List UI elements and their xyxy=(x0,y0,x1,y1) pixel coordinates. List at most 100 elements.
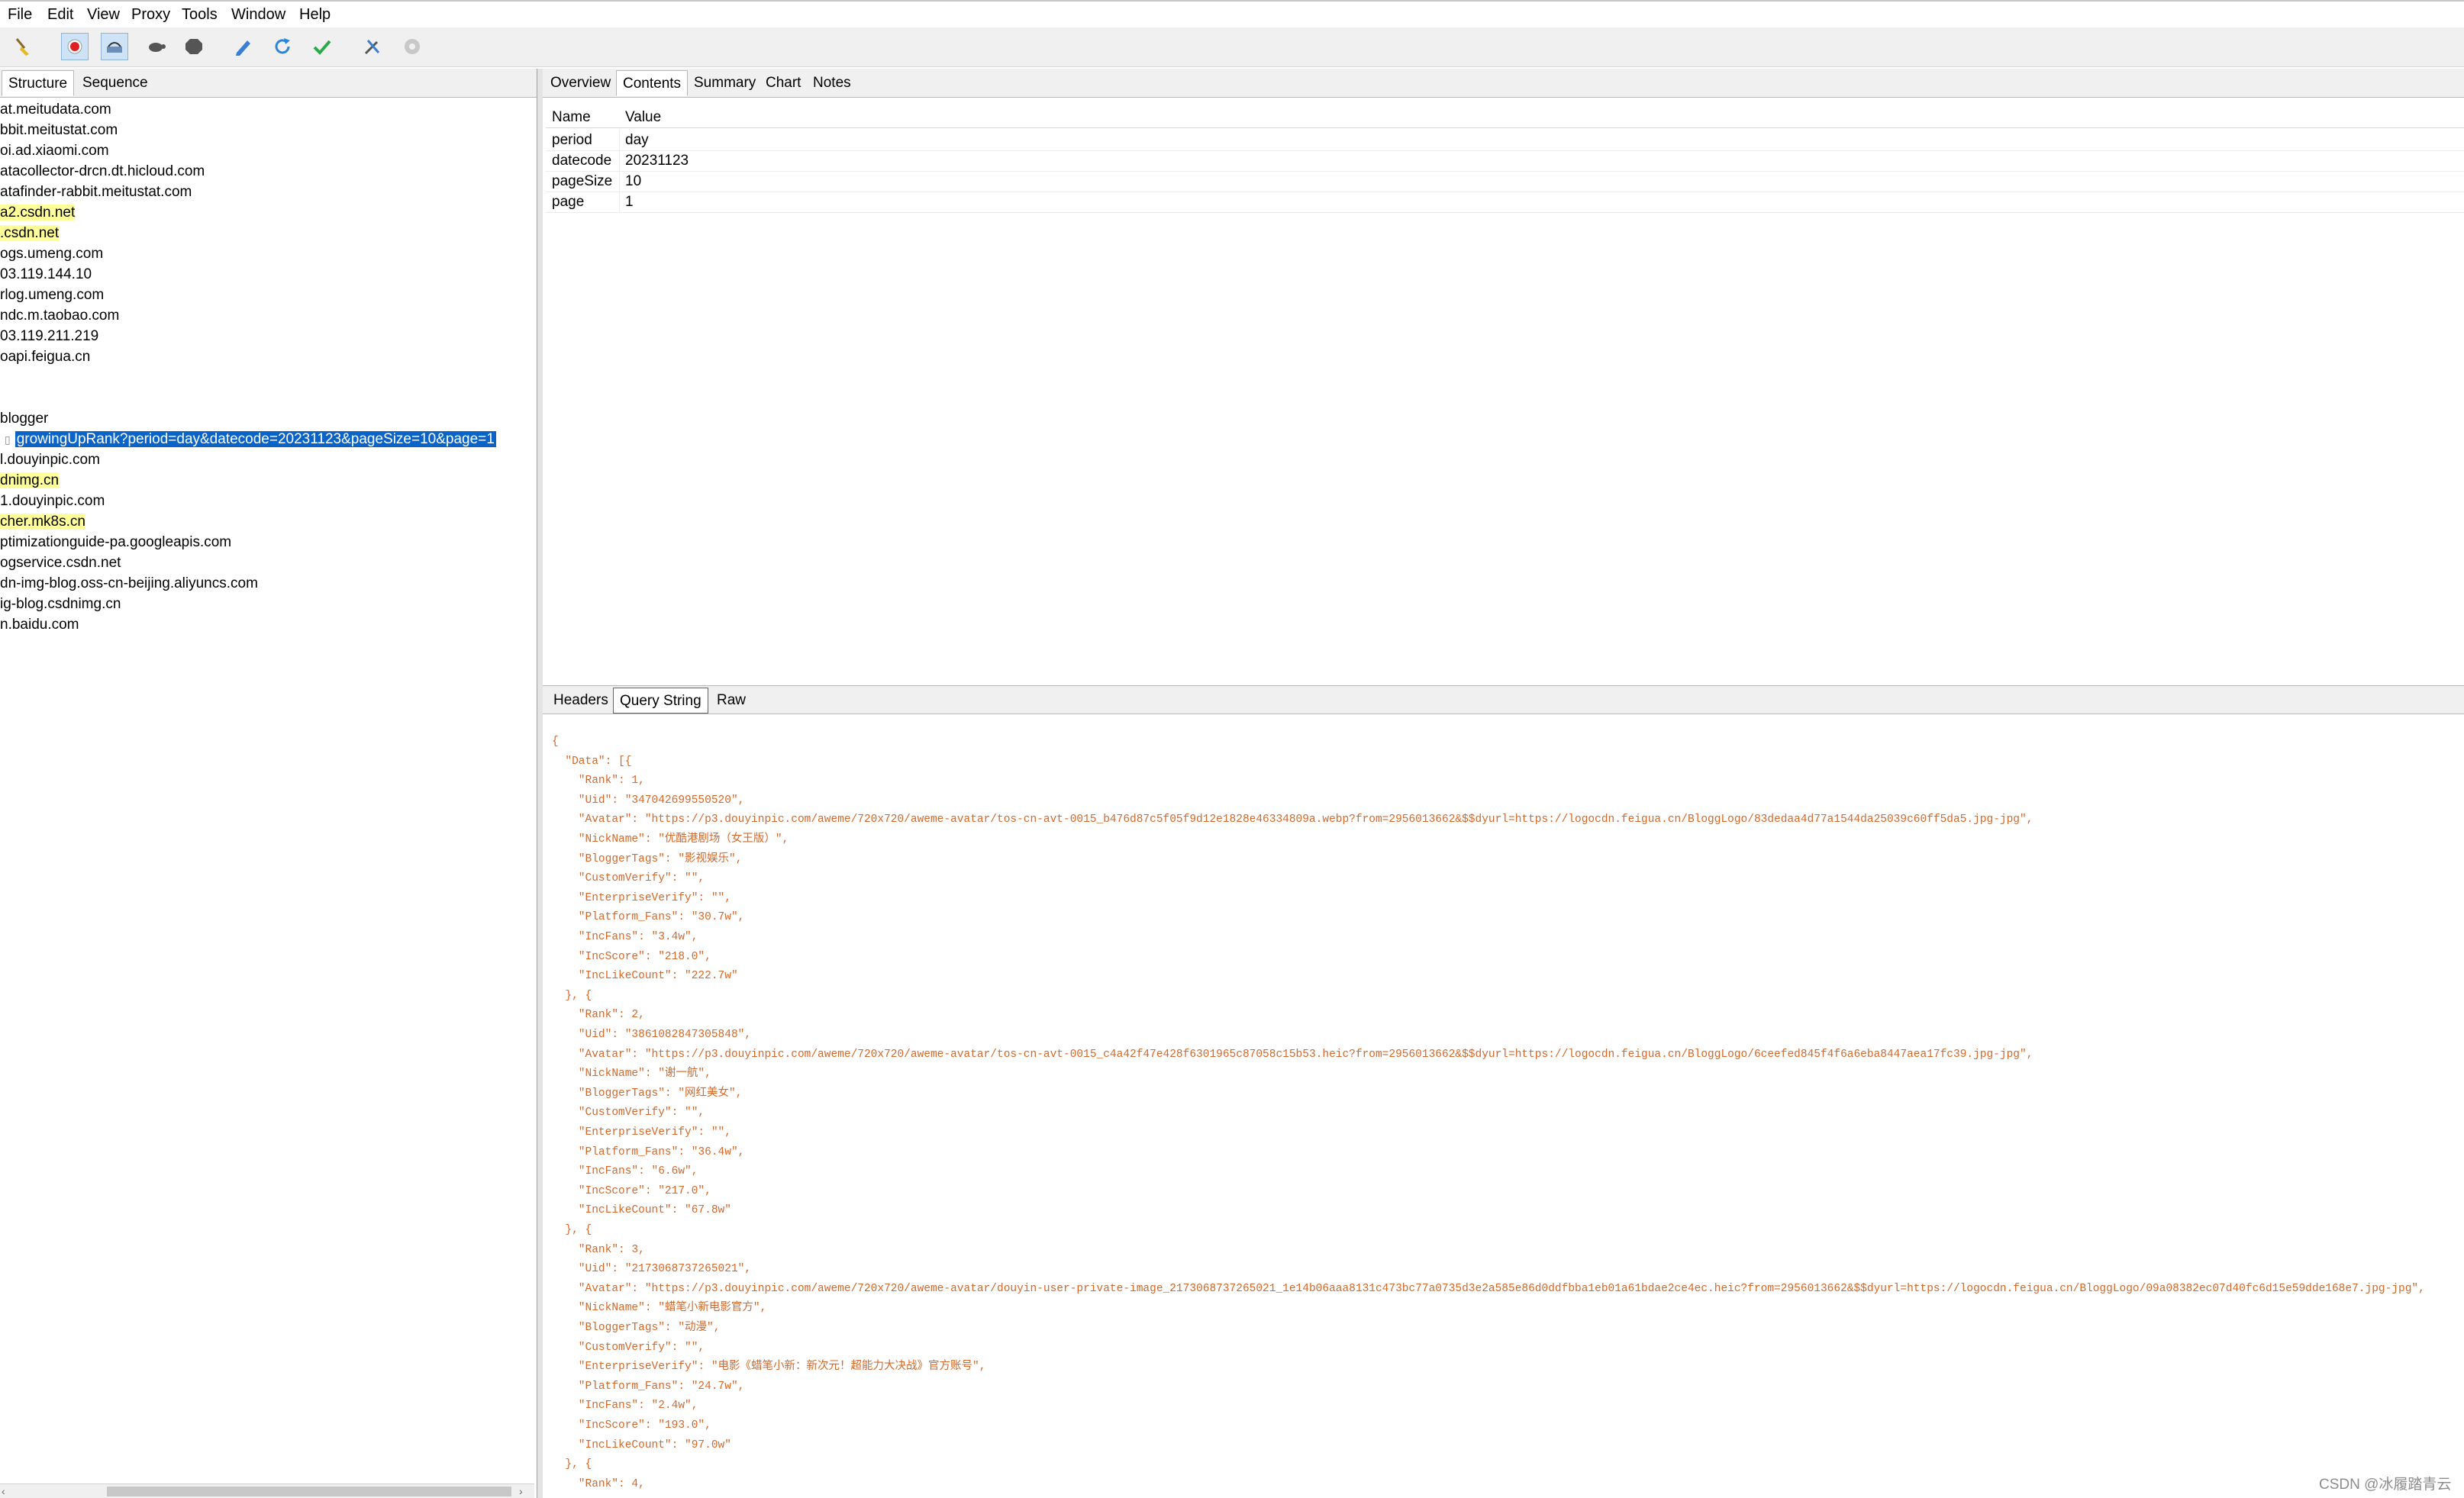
response-json-view[interactable]: { "Data": [{ "Rank": 1, "Uid": "34704269… xyxy=(546,725,2464,1498)
tree-item-label: ndc.m.taobao.com xyxy=(0,308,120,324)
json-line: "EnterpriseVerify": "", xyxy=(552,891,731,904)
json-line: "Avatar": "https://p3.douyinpic.com/awem… xyxy=(552,813,2033,826)
left-horizontal-scrollbar[interactable]: ‹ › xyxy=(0,1484,534,1498)
menu-tools[interactable]: Tools xyxy=(182,4,218,25)
menu-view[interactable]: View xyxy=(87,4,120,25)
tree-item-label: cher.mk8s.cn xyxy=(0,514,85,530)
json-line: "CustomVerify": "", xyxy=(552,1107,705,1119)
menu-proxy[interactable]: Proxy xyxy=(131,4,170,25)
cell-name: period xyxy=(552,132,592,148)
table-row[interactable]: period day xyxy=(546,130,2464,151)
stop-icon[interactable] xyxy=(180,33,208,60)
settings-icon[interactable] xyxy=(398,33,426,60)
json-line: "IncFans": "6.6w", xyxy=(552,1165,698,1178)
scrollbar-thumb[interactable] xyxy=(107,1487,511,1496)
tree-item[interactable]: a2.csdn.net xyxy=(0,202,76,223)
tab-chart[interactable]: Chart xyxy=(760,70,807,96)
tree-item[interactable]: atacollector-drcn.dt.hicloud.com xyxy=(0,161,205,182)
tab-summary[interactable]: Summary xyxy=(688,70,762,96)
json-line: "Data": [{ xyxy=(552,755,632,768)
tab-headers[interactable]: Headers xyxy=(547,688,614,714)
pen-icon[interactable] xyxy=(229,33,256,60)
json-line: "BloggerTags": "影视娱乐", xyxy=(552,852,743,865)
tree-item[interactable]: rlog.umeng.com xyxy=(0,285,104,305)
tools-icon[interactable] xyxy=(359,33,386,60)
table-row[interactable]: page 1 xyxy=(546,192,2464,213)
tree-item-label: growingUpRank?period=day&datecode=202311… xyxy=(15,431,496,447)
scroll-right-arrow-icon[interactable]: › xyxy=(519,1484,523,1498)
check-icon[interactable] xyxy=(308,33,336,60)
tree-item[interactable]: bbit.meitustat.com xyxy=(0,120,118,140)
json-line: "Uid": "347042699550520", xyxy=(552,794,745,807)
cell-value: 10 xyxy=(625,173,642,189)
tree-item[interactable]: 03.119.211.219 xyxy=(0,326,98,346)
menu-window[interactable]: Window xyxy=(231,4,285,25)
tree-item-label: at.meitudata.com xyxy=(0,101,111,118)
tree-item[interactable]: ndc.m.taobao.com xyxy=(0,305,119,326)
tree-item-label: 03.119.211.219 xyxy=(0,328,99,344)
menu-file[interactable]: File xyxy=(8,4,32,25)
tree-item-label: dn-img-blog.oss-cn-beijing.aliyuncs.com xyxy=(0,575,258,591)
menu-help[interactable]: Help xyxy=(299,4,331,25)
json-line: "IncScore": "218.0", xyxy=(552,950,711,963)
json-line: "Rank": 4, xyxy=(552,1477,645,1490)
menu-bar: File Edit View Proxy Tools Window Help xyxy=(0,0,2464,27)
throttle-icon[interactable] xyxy=(101,33,128,60)
tab-query-string[interactable]: Query String xyxy=(613,688,708,714)
tree-item[interactable]: cher.mk8s.cn xyxy=(0,511,85,532)
turtle-icon[interactable] xyxy=(142,33,169,60)
broom-icon[interactable] xyxy=(9,33,37,60)
tree-item[interactable]: .csdn.net xyxy=(0,223,60,243)
tree-item[interactable]: at.meitudata.com xyxy=(0,99,111,120)
tree-item[interactable]: 1.douyinpic.com xyxy=(0,491,105,511)
json-line: "CustomVerify": "", xyxy=(552,1341,705,1354)
tree-item-label: oapi.feigua.cn xyxy=(0,349,91,365)
tree-item[interactable]: ig-blog.csdnimg.cn xyxy=(0,594,121,614)
json-line: "IncLikeCount": "97.0w" xyxy=(552,1438,731,1451)
watermark: CSDN @冰履踏青云 xyxy=(2319,1477,2452,1493)
tree-item[interactable]: oi.ad.xiaomi.com xyxy=(0,140,109,161)
toolbar xyxy=(0,27,2464,67)
header-name[interactable]: Name xyxy=(552,107,591,127)
tree-item[interactable]: ogs.umeng.com xyxy=(0,243,103,264)
refresh-icon[interactable] xyxy=(269,33,296,60)
tab-contents[interactable]: Contents xyxy=(616,70,689,96)
request-file-icon: ▯ xyxy=(5,433,11,446)
tree-item-label: atafinder-rabbit.meitustat.com xyxy=(0,184,192,200)
tree-item[interactable]: atafinder-rabbit.meitustat.com xyxy=(0,182,192,202)
json-line: "BloggerTags": "网红美女", xyxy=(552,1087,743,1100)
tab-notes[interactable]: Notes xyxy=(807,70,857,96)
tree-item[interactable]: l.douyinpic.com xyxy=(0,449,100,470)
tree-item[interactable]: oapi.feigua.cn xyxy=(0,346,90,367)
menu-edit[interactable]: Edit xyxy=(47,4,73,25)
panel-splitter[interactable] xyxy=(537,69,543,1498)
tree-item-label: l.douyinpic.com xyxy=(0,452,100,468)
tree-item[interactable]: 03.119.144.10 xyxy=(0,264,92,285)
tab-sequence[interactable]: Sequence xyxy=(76,70,154,96)
table-row[interactable]: pageSize 10 xyxy=(546,171,2464,192)
table-row[interactable]: datecode 20231123 xyxy=(546,150,2464,172)
tab-structure[interactable]: Structure xyxy=(2,70,75,96)
tab-raw[interactable]: Raw xyxy=(711,688,752,714)
record-icon[interactable] xyxy=(61,33,89,60)
tree-item[interactable]: n.baidu.com xyxy=(0,614,79,635)
table-header: Name Value xyxy=(546,107,2464,128)
header-value[interactable]: Value xyxy=(625,107,661,127)
json-line: "IncLikeCount": "67.8w" xyxy=(552,1204,731,1217)
tree-item-label: oi.ad.xiaomi.com xyxy=(0,143,109,159)
cell-value: 1 xyxy=(625,194,634,210)
tab-overview[interactable]: Overview xyxy=(544,70,617,96)
json-line: "Uid": "3861082847305848", xyxy=(552,1029,752,1041)
tree-item-selected[interactable]: ▯ growingUpRank?period=day&datecode=20231… xyxy=(0,429,496,449)
left-tab-strip: Structure Sequence xyxy=(0,69,537,98)
tree-item[interactable]: blogger xyxy=(0,408,48,429)
json-line: "Avatar": "https://p3.douyinpic.com/awem… xyxy=(552,1282,2425,1295)
tree-item[interactable]: ptimizationguide-pa.googleapis.com xyxy=(0,532,231,552)
cell-name: page xyxy=(552,194,585,210)
json-line: "IncScore": "217.0", xyxy=(552,1184,711,1197)
json-line: "NickName": "优酷港剧场（女王版）", xyxy=(552,833,789,846)
scroll-left-arrow-icon[interactable]: ‹ xyxy=(2,1484,5,1498)
tree-item[interactable]: dnimg.cn xyxy=(0,470,60,491)
tree-item[interactable]: ogservice.csdn.net xyxy=(0,552,121,573)
tree-item[interactable]: dn-img-blog.oss-cn-beijing.aliyuncs.com xyxy=(0,573,258,594)
